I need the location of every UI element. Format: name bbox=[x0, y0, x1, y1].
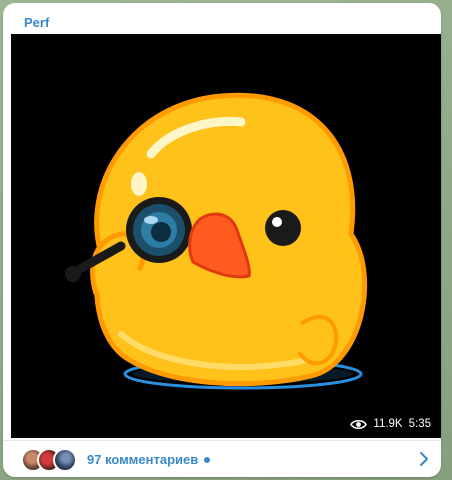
unread-dot bbox=[204, 456, 211, 463]
video-meta: 11.9K 5:35 bbox=[350, 418, 431, 430]
view-count: 11.9K bbox=[373, 418, 403, 430]
comments-button[interactable]: 97 комментариев bbox=[3, 440, 441, 477]
post-time: 5:35 bbox=[408, 418, 431, 430]
chevron-right-icon[interactable] bbox=[417, 451, 431, 467]
channel-post: Perf 11.9K 5:35 97 комментариев bbox=[3, 3, 441, 477]
channel-name[interactable]: Perf bbox=[24, 15, 49, 30]
duck-sticker bbox=[65, 92, 368, 390]
avatar bbox=[53, 447, 77, 472]
commenter-avatars bbox=[21, 447, 77, 472]
comments-count-label[interactable]: 97 комментариев bbox=[87, 452, 198, 467]
post-media[interactable]: 11.9K 5:35 bbox=[11, 34, 441, 438]
eye-icon bbox=[350, 419, 368, 429]
